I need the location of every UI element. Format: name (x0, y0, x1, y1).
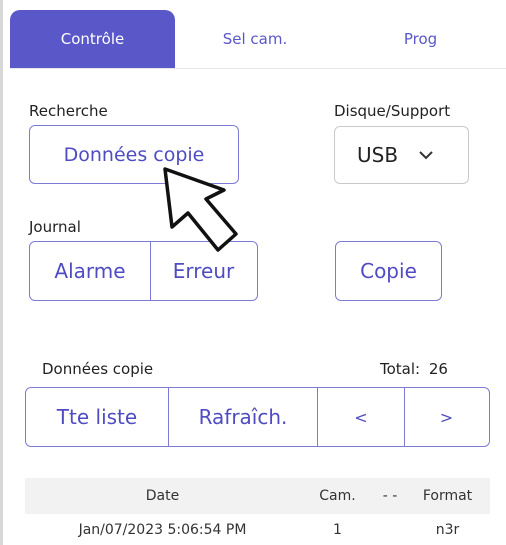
row-cam: 1 (333, 521, 342, 538)
tab-sel-cam[interactable]: Sel cam. (175, 10, 335, 68)
row-format: n3r (435, 521, 460, 538)
tab-prog[interactable]: Prog (335, 10, 506, 68)
row-date: Jan/07/2023 5:06:54 PM (78, 521, 247, 538)
refresh-button[interactable]: Rafraîch. (169, 388, 318, 446)
column-header-date[interactable]: Date (25, 478, 300, 514)
tab-controle[interactable]: Contrôle (10, 10, 175, 68)
copy-button[interactable]: Copie (335, 241, 442, 301)
tab-divider (10, 68, 506, 69)
media-select[interactable]: USB (334, 126, 469, 184)
media-select-value: USB (357, 143, 399, 167)
tab-bar: Contrôle Sel cam. Prog (10, 10, 506, 68)
search-label: Recherche (29, 102, 108, 120)
media-label: Disque/Support (334, 102, 451, 120)
table-row[interactable]: Jan/07/2023 5:06:54 PM 1 n3r (25, 514, 490, 545)
column-header-cam[interactable]: Cam. (300, 478, 375, 514)
copy-data-label: Données copie (42, 360, 154, 378)
tab-label: Contrôle (60, 30, 125, 48)
tab-label: Prog (403, 30, 438, 48)
total-value: 26 (428, 360, 448, 378)
total-count: Total: 26 (380, 360, 448, 378)
window-left-edge (0, 0, 3, 545)
chevron-down-icon (419, 151, 433, 160)
arrow-cursor-icon (163, 167, 238, 252)
previous-page-button[interactable]: < (318, 388, 405, 446)
tab-label: Sel cam. (222, 30, 288, 48)
column-header-format[interactable]: Format (405, 478, 490, 514)
next-page-button[interactable]: > (405, 388, 488, 446)
journal-label: Journal (29, 218, 81, 236)
copy-data-toolbar: Tte liste Rafraîch. < > (25, 387, 490, 447)
column-header-separator: - - (382, 488, 398, 504)
table-header: Date Cam. - - Format (25, 478, 490, 514)
alarm-button[interactable]: Alarme (30, 242, 151, 300)
all-list-button[interactable]: Tte liste (26, 388, 169, 446)
total-label: Total: (380, 360, 421, 378)
